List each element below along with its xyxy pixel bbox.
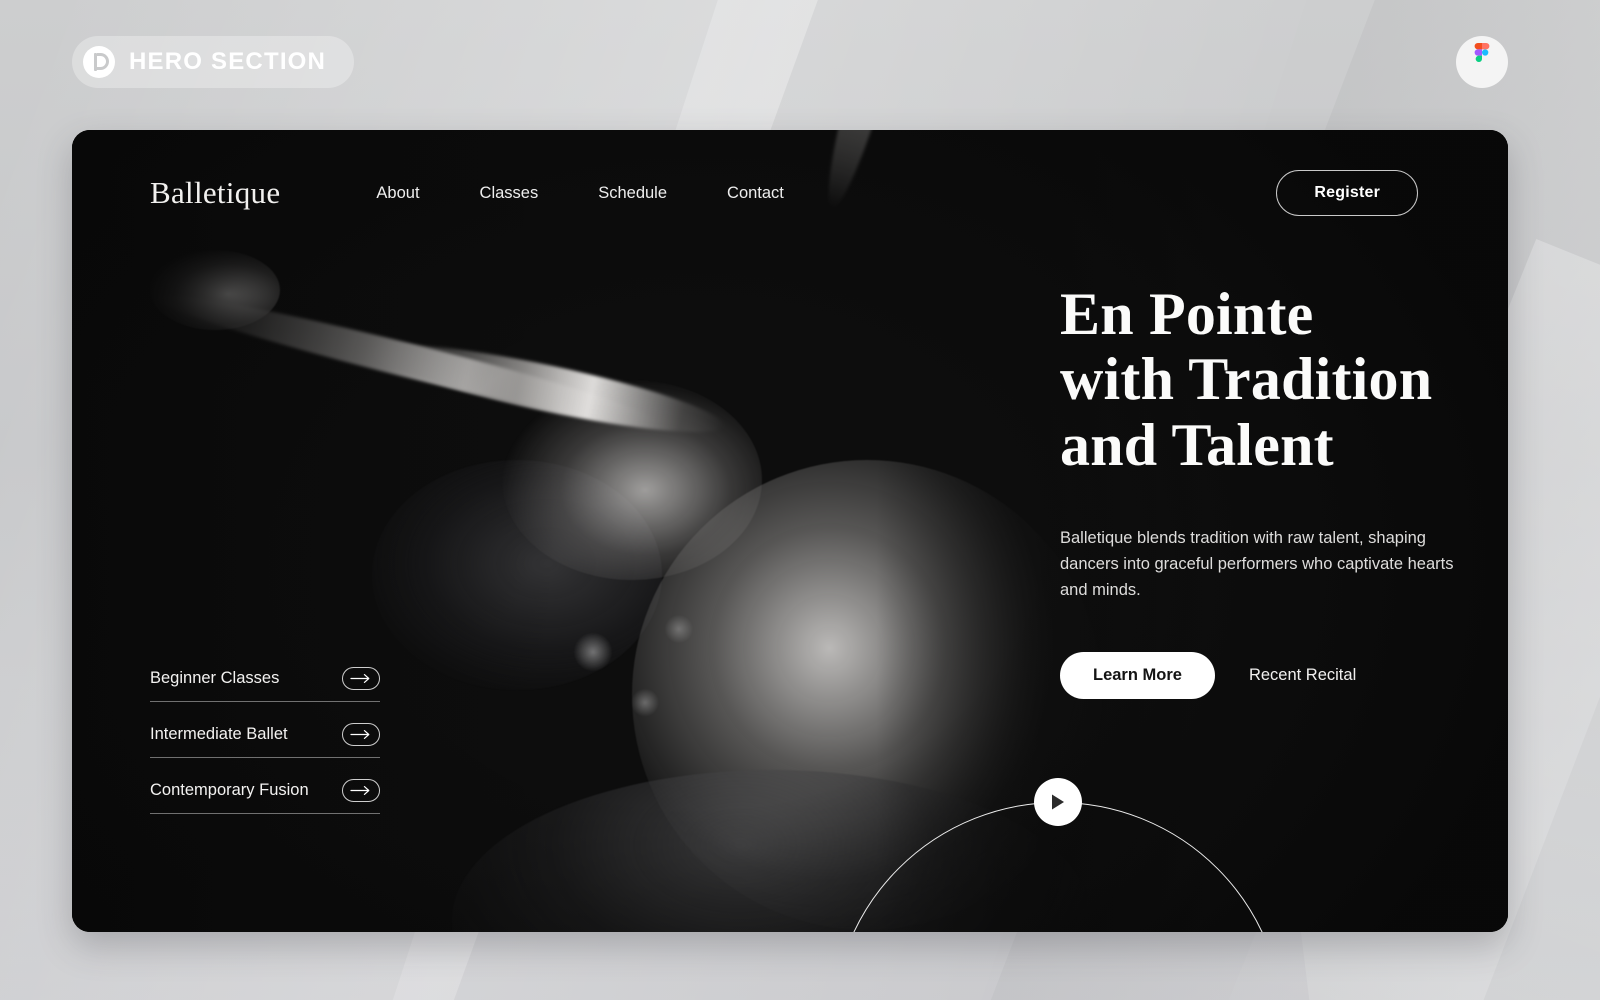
hero-card: Balletique About Classes Schedule Contac… xyxy=(72,130,1508,932)
play-video-button[interactable] xyxy=(1034,778,1082,826)
balletique-monogram-icon xyxy=(83,46,115,78)
headline-line-2: with Tradition xyxy=(1060,346,1433,413)
class-link-intermediate-ballet[interactable]: Intermediate Ballet xyxy=(150,723,380,758)
nav-link-contact[interactable]: Contact xyxy=(727,184,784,202)
hero-cta-row: Learn More Recent Recital xyxy=(1060,651,1480,699)
nav-item-about[interactable]: About xyxy=(376,184,419,203)
arrow-right-icon[interactable] xyxy=(342,779,380,802)
class-link-contemporary-fusion[interactable]: Contemporary Fusion xyxy=(150,779,380,814)
register-button[interactable]: Register xyxy=(1276,170,1418,216)
arrow-right-icon[interactable] xyxy=(342,723,380,746)
nav-item-contact[interactable]: Contact xyxy=(727,184,784,203)
play-triangle-icon xyxy=(1052,794,1064,810)
headline-line-1: En Pointe xyxy=(1060,281,1314,347)
nav-link-schedule[interactable]: Schedule xyxy=(598,184,667,202)
nav-item-schedule[interactable]: Schedule xyxy=(598,184,667,203)
arrow-right-icon[interactable] xyxy=(342,667,380,690)
hero-section-badge: HERO SECTION xyxy=(72,36,355,88)
hero-section-badge-label: HERO SECTION xyxy=(129,48,327,75)
nav-link-about[interactable]: About xyxy=(376,184,419,202)
figma-logo-icon[interactable] xyxy=(1456,36,1508,88)
learn-more-button[interactable]: Learn More xyxy=(1060,651,1215,699)
headline-line-3: and Talent xyxy=(1060,411,1334,478)
hero-subcopy: Balletique blends tradition with raw tal… xyxy=(1060,529,1454,599)
nav-item-classes[interactable]: Classes xyxy=(480,184,539,203)
page-title: En Pointe with Tradition and Talent xyxy=(1060,281,1480,478)
class-link-label: Contemporary Fusion xyxy=(150,781,309,799)
hero-copy: En Pointe with Tradition and Talent Ball… xyxy=(1060,281,1480,699)
nav-links: About Classes Schedule Contact xyxy=(376,184,784,203)
nav-link-classes[interactable]: Classes xyxy=(480,184,539,202)
recent-recital-link[interactable]: Recent Recital xyxy=(1249,666,1356,685)
class-link-label: Beginner Classes xyxy=(150,669,280,687)
class-link-beginner-classes[interactable]: Beginner Classes xyxy=(150,667,380,702)
brand-logo[interactable]: Balletique xyxy=(150,175,280,211)
class-link-label: Intermediate Ballet xyxy=(150,725,288,743)
class-links-list: Beginner Classes Intermediate Ballet Con… xyxy=(150,667,380,814)
hero-navbar: Balletique About Classes Schedule Contac… xyxy=(72,163,1508,223)
